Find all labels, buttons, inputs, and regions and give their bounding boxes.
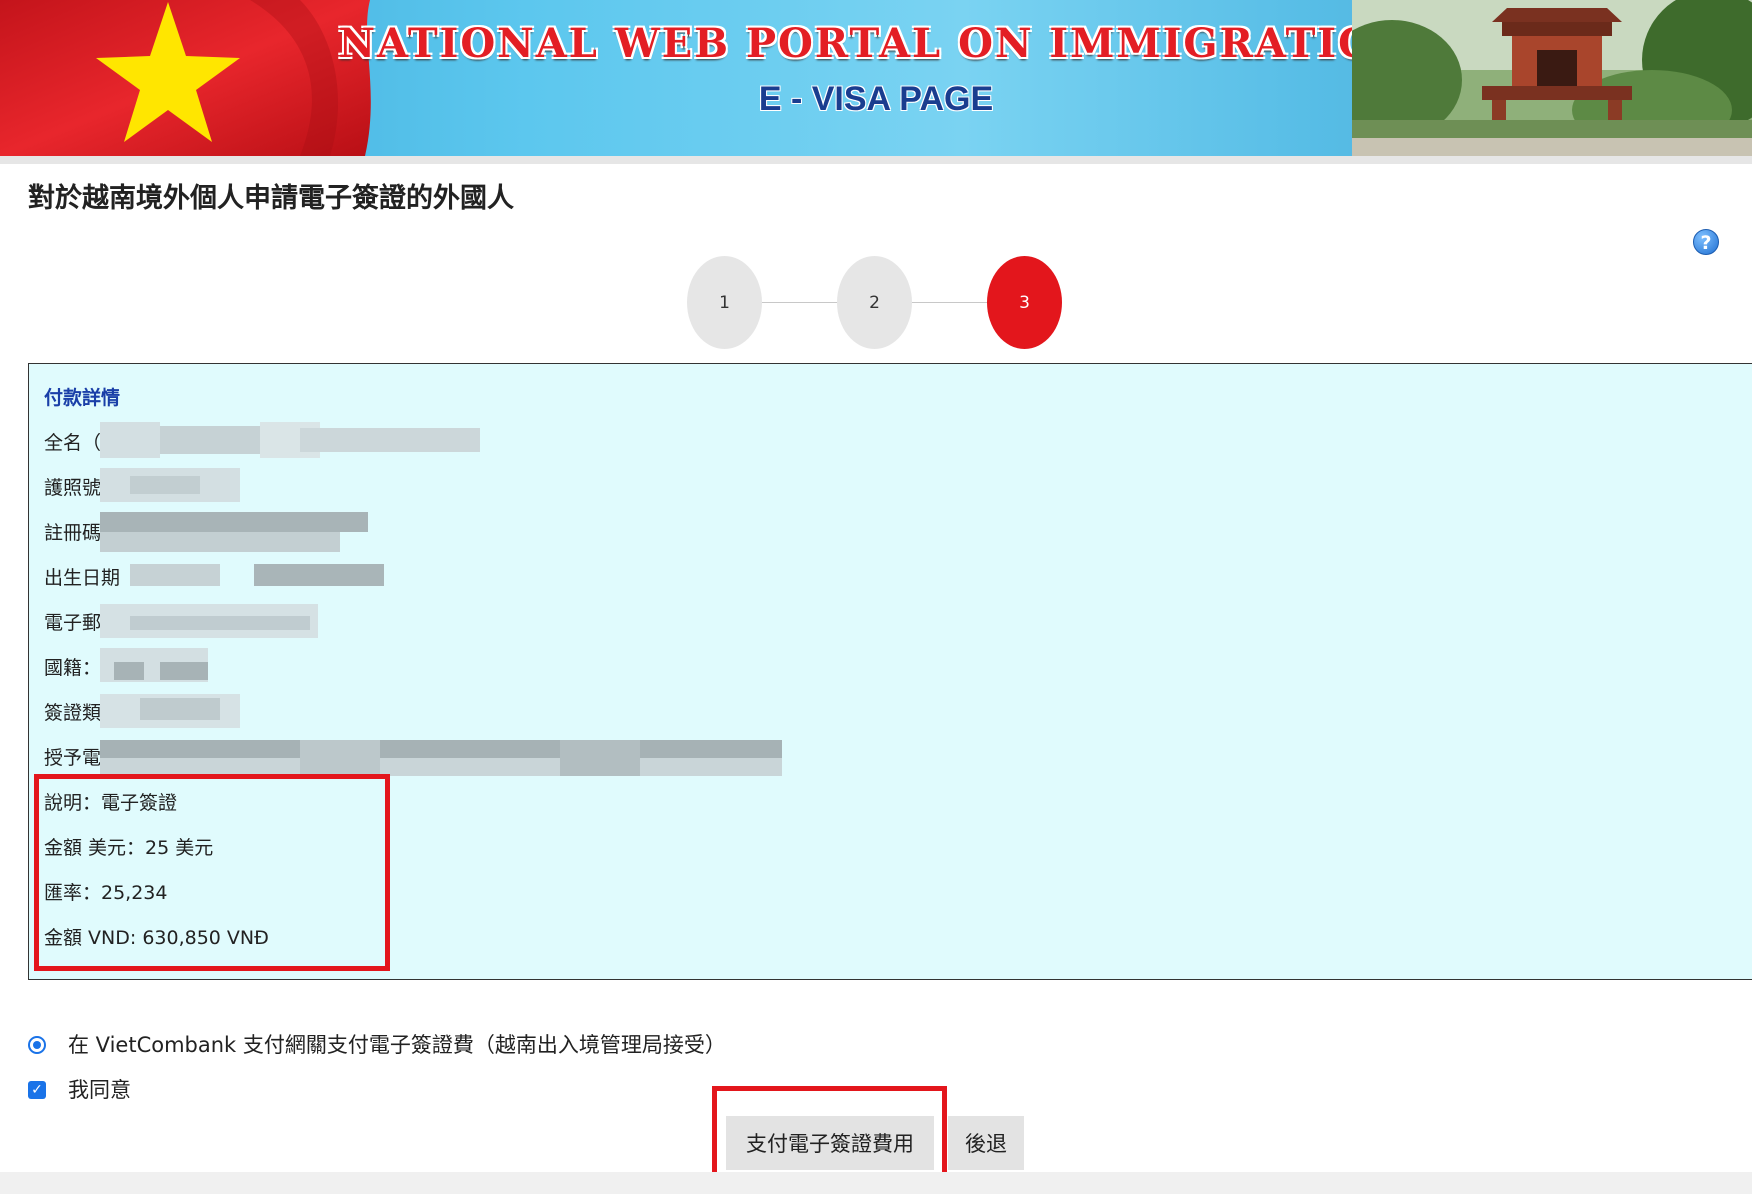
redacted-granted-evisa bbox=[100, 740, 782, 776]
redacted-passport-number bbox=[100, 468, 240, 502]
page-title: 對於越南境外個人申請電子簽證的外國人 bbox=[28, 183, 514, 214]
redacted-email bbox=[100, 604, 318, 638]
step-2: 2 bbox=[837, 256, 912, 349]
agree-checkbox[interactable]: ✓ bbox=[28, 1081, 46, 1099]
amount-vnd-row: 金額 VND: 630,850 VNĐ bbox=[44, 927, 269, 949]
registration-code-label: 註冊碼 bbox=[44, 522, 102, 544]
payment-gateway-radio[interactable] bbox=[28, 1036, 46, 1054]
payment-details-heading: 付款詳情 bbox=[44, 387, 121, 409]
step-connector bbox=[762, 302, 838, 303]
redacted-visa-type bbox=[100, 694, 240, 728]
header-banner: NATIONAL WEB PORTAL ON IMMIGRATION E - V… bbox=[0, 0, 1752, 156]
redacted-registration-code bbox=[100, 512, 368, 552]
back-button[interactable]: 後退 bbox=[948, 1116, 1024, 1170]
pay-evisa-fee-button[interactable]: 支付電子簽證費用 bbox=[726, 1116, 934, 1170]
description-row: 說明：電子簽證 bbox=[44, 792, 178, 814]
help-icon[interactable]: ? bbox=[1693, 229, 1719, 255]
amount-usd-row: 金額 美元：25 美元 bbox=[44, 837, 214, 859]
step-1: 1 bbox=[687, 256, 762, 349]
temple-photo-image bbox=[1352, 0, 1752, 156]
exchange-rate-row: 匯率：25,234 bbox=[44, 882, 168, 904]
step-connector bbox=[912, 302, 988, 303]
banner-divider bbox=[0, 156, 1752, 164]
redacted-date-of-birth bbox=[100, 560, 384, 590]
footer-bar bbox=[0, 1172, 1752, 1194]
payment-gateway-label[interactable]: 在 VietCombank 支付網關支付電子簽證費（越南出入境管理局接受） bbox=[68, 1029, 726, 1059]
agree-label[interactable]: 我同意 bbox=[68, 1074, 131, 1104]
redacted-full-name bbox=[100, 422, 480, 458]
redacted-nationality bbox=[100, 648, 208, 682]
step-3-active: 3 bbox=[987, 256, 1062, 349]
